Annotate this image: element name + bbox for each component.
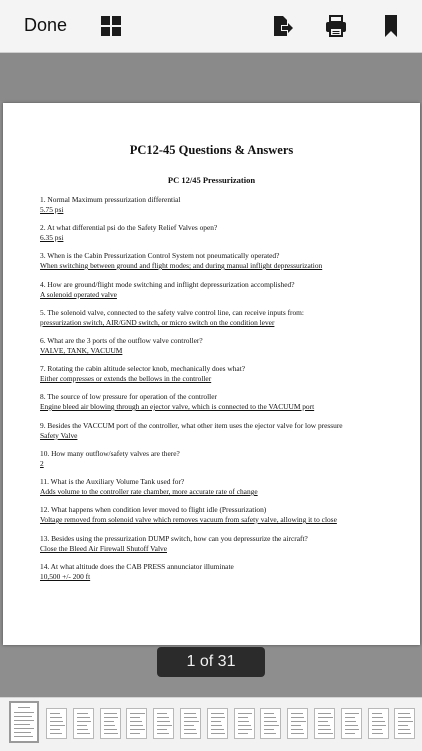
qa-item: 10. How many outflow/safety valves are t… bbox=[40, 449, 400, 469]
thumbnail-page[interactable] bbox=[287, 708, 309, 739]
bookmark-icon[interactable] bbox=[379, 14, 403, 38]
qa-item: 1. Normal Maximum pressurization differe… bbox=[40, 195, 400, 215]
thumbnail-page[interactable] bbox=[233, 708, 255, 739]
thumbnail-page[interactable] bbox=[340, 708, 362, 739]
qa-item: 7. Rotating the cabin altitude selector … bbox=[40, 364, 400, 384]
answer-text: 10,500 +/- 200 ft bbox=[40, 572, 91, 581]
answer-text: A solenoid operated valve bbox=[40, 290, 117, 299]
thumbnail-page[interactable] bbox=[367, 708, 389, 739]
viewer-background bbox=[0, 53, 422, 101]
answer-text: 2 bbox=[40, 459, 44, 468]
top-toolbar: Done bbox=[0, 0, 422, 53]
answer-text: 6.35 psi bbox=[40, 233, 64, 242]
question-text: 3. When is the Cabin Pressurization Cont… bbox=[40, 251, 280, 260]
thumbnail-page[interactable] bbox=[126, 708, 148, 739]
thumbnail-page[interactable] bbox=[206, 708, 228, 739]
qa-item: 9. Besides the VACCUM port of the contro… bbox=[40, 421, 400, 441]
answer-text: When switching between ground and flight… bbox=[40, 261, 323, 270]
question-text: 9. Besides the VACCUM port of the contro… bbox=[40, 421, 343, 430]
grid-icon[interactable] bbox=[99, 14, 123, 38]
answer-text: Voltage removed from solenoid valve whic… bbox=[40, 515, 337, 524]
print-icon[interactable] bbox=[324, 14, 348, 38]
question-text: 11. What is the Auxiliary Volume Tank us… bbox=[40, 477, 185, 486]
question-text: 10. How many outflow/safety valves are t… bbox=[40, 449, 180, 458]
export-icon[interactable] bbox=[270, 14, 294, 38]
qa-item: 6. What are the 3 ports of the outflow v… bbox=[40, 336, 400, 356]
question-text: 1. Normal Maximum pressurization differe… bbox=[40, 195, 181, 204]
question-text: 12. What happens when condition lever mo… bbox=[40, 505, 267, 514]
qa-item: 5. The solenoid valve, connected to the … bbox=[40, 308, 400, 328]
question-text: 14. At what altitude does the CAB PRESS … bbox=[40, 562, 234, 571]
document-page[interactable]: PC12-45 Questions & Answers PC 12/45 Pre… bbox=[3, 103, 420, 645]
qa-item: 8. The source of low pressure for operat… bbox=[40, 392, 400, 412]
answer-text: Safety Valve bbox=[40, 431, 78, 440]
thumbnail-page[interactable] bbox=[180, 708, 201, 739]
qa-item: 3. When is the Cabin Pressurization Cont… bbox=[40, 251, 400, 271]
done-button[interactable]: Done bbox=[24, 15, 67, 36]
answer-text: Either compresses or extends the bellows… bbox=[40, 374, 212, 383]
question-text: 13. Besides using the pressurization DUM… bbox=[40, 534, 308, 543]
answer-text: Close the Bleed Air Firewall Shutoff Val… bbox=[40, 544, 167, 553]
answer-text: Adds volume to the controller rate chamb… bbox=[40, 487, 258, 496]
answer-text: 5.75 psi bbox=[40, 205, 64, 214]
question-text: 2. At what differential psi do the Safet… bbox=[40, 223, 218, 232]
document-title: PC12-45 Questions & Answers bbox=[129, 143, 294, 157]
question-text: 7. Rotating the cabin altitude selector … bbox=[40, 364, 246, 373]
thumbnail-page[interactable] bbox=[46, 708, 67, 739]
thumbnail-strip[interactable] bbox=[0, 697, 422, 751]
question-text: 8. The source of low pressure for operat… bbox=[40, 392, 217, 401]
answer-text: Engine bleed air blowing through an ejec… bbox=[40, 402, 315, 411]
question-text: 4. How are ground/flight mode switching … bbox=[40, 280, 295, 289]
qa-item: 13. Besides using the pressurization DUM… bbox=[40, 534, 400, 554]
qa-item: 4. How are ground/flight mode switching … bbox=[40, 280, 400, 300]
qa-item: 12. What happens when condition lever mo… bbox=[40, 505, 400, 525]
thumbnail-page[interactable] bbox=[99, 708, 121, 739]
thumbnail-page[interactable] bbox=[72, 708, 94, 739]
answer-text: VALVE, TANK, VACUUM bbox=[40, 346, 123, 355]
qa-item: 2. At what differential psi do the Safet… bbox=[40, 223, 400, 243]
thumbnail-page[interactable] bbox=[260, 708, 282, 739]
question-text: 6. What are the 3 ports of the outflow v… bbox=[40, 336, 203, 345]
thumbnail-page[interactable] bbox=[394, 708, 416, 739]
question-text: 5. The solenoid valve, connected to the … bbox=[40, 308, 304, 317]
thumbnail-page[interactable] bbox=[153, 708, 175, 739]
thumbnail-current-page[interactable] bbox=[9, 701, 39, 743]
qa-item: 14. At what altitude does the CAB PRESS … bbox=[40, 562, 400, 582]
thumbnail-page[interactable] bbox=[314, 708, 335, 739]
answer-text: pressurization switch, AIR/GND switch, o… bbox=[40, 318, 275, 327]
page-indicator: 1 of 31 bbox=[157, 647, 265, 677]
qa-item: 11. What is the Auxiliary Volume Tank us… bbox=[40, 477, 400, 497]
document-subtitle: PC 12/45 Pressurization bbox=[167, 175, 256, 185]
